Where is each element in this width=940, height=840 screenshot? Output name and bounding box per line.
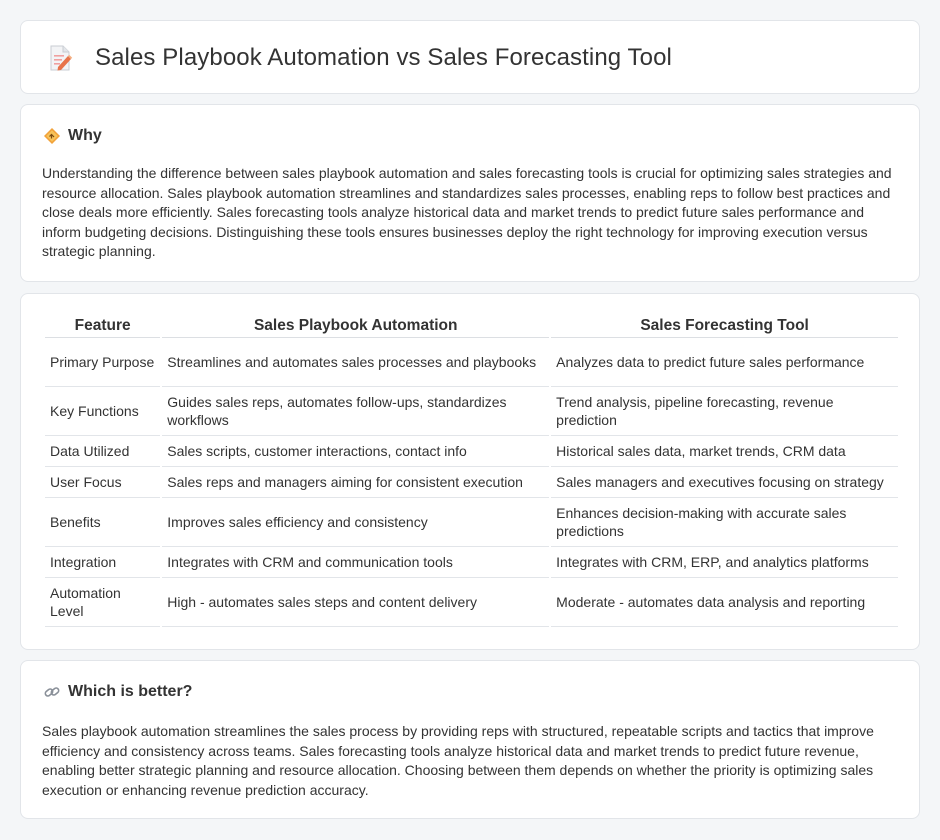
better-title: Which is better? bbox=[68, 683, 193, 700]
comparison-table: Feature Sales Playbook Automation Sales … bbox=[43, 316, 900, 627]
forecasting-cell: Historical sales data, market trends, CR… bbox=[551, 436, 898, 467]
better-body: Sales playbook automation streamlines th… bbox=[42, 723, 874, 798]
forecasting-cell: Enhances decision-making with accurate s… bbox=[551, 498, 898, 547]
feature-cell: Automation Level bbox=[45, 578, 161, 627]
why-body: Understanding the difference between sal… bbox=[42, 165, 892, 260]
table-row: Key Functions Guides sales reps, automat… bbox=[45, 387, 898, 436]
forecasting-cell: Moderate - automates data analysis and r… bbox=[551, 578, 898, 627]
playbook-cell: Integrates with CRM and communication to… bbox=[162, 547, 550, 578]
table-row: Benefits Improves sales efficiency and c… bbox=[45, 498, 898, 547]
column-header-forecasting: Sales Forecasting Tool bbox=[551, 316, 898, 338]
feature-cell: Key Functions bbox=[45, 387, 161, 436]
header-card: Sales Playbook Automation vs Sales Forec… bbox=[20, 20, 920, 94]
feature-cell: User Focus bbox=[45, 467, 161, 498]
table-header-row: Feature Sales Playbook Automation Sales … bbox=[45, 316, 898, 338]
which-is-better-section: Which is better? Sales playbook automati… bbox=[20, 660, 920, 819]
header-row: Sales Playbook Automation vs Sales Forec… bbox=[45, 43, 672, 73]
table-row: Data Utilized Sales scripts, customer in… bbox=[45, 436, 898, 467]
forecasting-cell: Sales managers and executives focusing o… bbox=[551, 467, 898, 498]
comparison-section: Feature Sales Playbook Automation Sales … bbox=[20, 293, 920, 650]
better-heading-row: Which is better? bbox=[43, 683, 192, 701]
page-title: Sales Playbook Automation vs Sales Forec… bbox=[95, 44, 672, 71]
table-row: Primary Purpose Streamlines and automate… bbox=[45, 338, 898, 387]
feature-cell: Primary Purpose bbox=[45, 338, 161, 387]
feature-cell: Integration bbox=[45, 547, 161, 578]
playbook-cell: Sales reps and managers aiming for consi… bbox=[162, 467, 550, 498]
table-row: Automation Level High - automates sales … bbox=[45, 578, 898, 627]
column-header-playbook: Sales Playbook Automation bbox=[162, 316, 550, 338]
forecasting-cell: Analyzes data to predict future sales pe… bbox=[551, 338, 898, 387]
column-header-feature: Feature bbox=[45, 316, 161, 338]
why-heading-row: Why bbox=[43, 127, 102, 145]
diamond-sign-icon bbox=[43, 127, 61, 145]
why-title: Why bbox=[68, 127, 102, 144]
document-edit-icon bbox=[45, 43, 75, 73]
table-row: User Focus Sales reps and managers aimin… bbox=[45, 467, 898, 498]
playbook-cell: Improves sales efficiency and consistenc… bbox=[162, 498, 550, 547]
why-section: Why Understanding the difference between… bbox=[20, 104, 920, 282]
feature-cell: Benefits bbox=[45, 498, 161, 547]
playbook-cell: Guides sales reps, automates follow-ups,… bbox=[162, 387, 550, 436]
forecasting-cell: Trend analysis, pipeline forecasting, re… bbox=[551, 387, 898, 436]
playbook-cell: Sales scripts, customer interactions, co… bbox=[162, 436, 550, 467]
feature-cell: Data Utilized bbox=[45, 436, 161, 467]
playbook-cell: High - automates sales steps and content… bbox=[162, 578, 550, 627]
link-icon bbox=[43, 683, 61, 701]
forecasting-cell: Integrates with CRM, ERP, and analytics … bbox=[551, 547, 898, 578]
table-row: Integration Integrates with CRM and comm… bbox=[45, 547, 898, 578]
playbook-cell: Streamlines and automates sales processe… bbox=[162, 338, 550, 387]
